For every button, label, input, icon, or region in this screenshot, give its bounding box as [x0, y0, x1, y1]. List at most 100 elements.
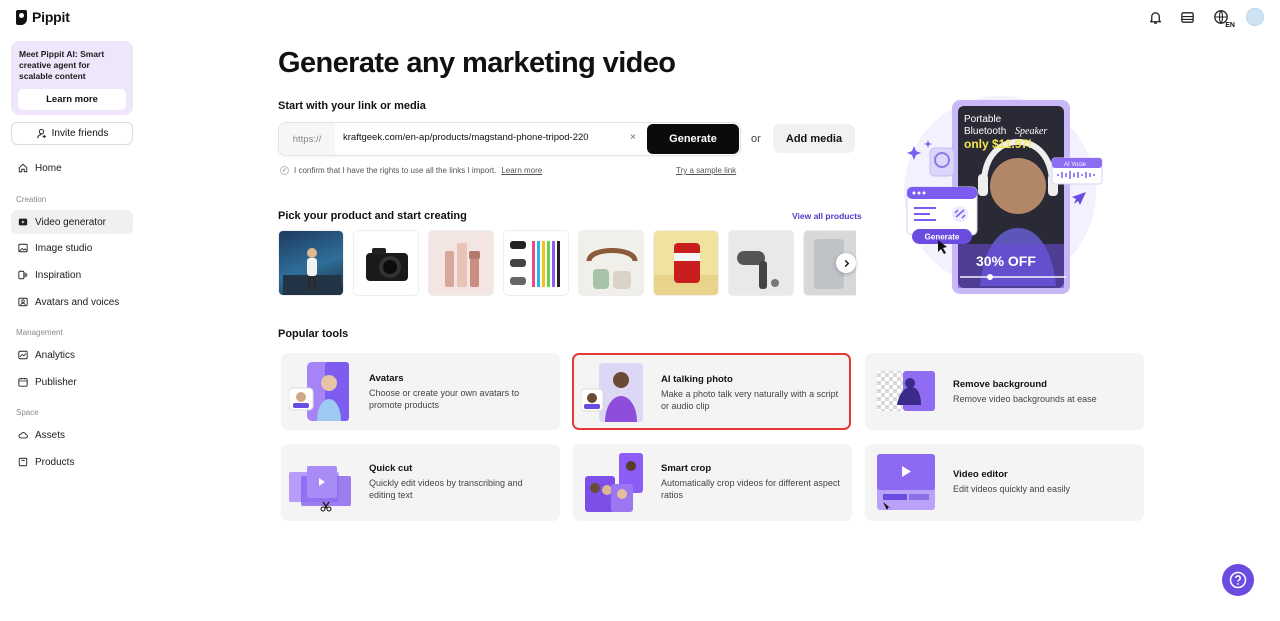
generate-button[interactable]: Generate: [647, 124, 739, 154]
try-sample-link[interactable]: Try a sample link: [676, 166, 736, 175]
hero-ai-voice: AI Vocie: [1064, 162, 1087, 168]
analytics-icon: [18, 350, 28, 360]
sidebar-item-label: Products: [35, 456, 75, 468]
tool-title: Avatars: [369, 373, 404, 384]
promo-text: Meet Pippit AI: Smart creative agent for…: [19, 49, 105, 81]
header-actions: EN: [1146, 8, 1264, 29]
tool-card-remove-background[interactable]: Remove background Remove video backgroun…: [865, 353, 1144, 430]
invite-friends-label: Invite friends: [51, 128, 109, 139]
invite-friends-button[interactable]: Invite friends: [11, 122, 133, 145]
hero-line2b: Speaker: [1015, 126, 1047, 137]
confirm-text: I confirm that I have the rights to use …: [294, 166, 497, 175]
hero-price: only $11.97!: [964, 137, 1032, 151]
or-separator: or: [751, 133, 761, 145]
link-input-bar: https:// kraftgeek.com/en-ap/products/ma…: [278, 122, 741, 156]
link-prefix: https://: [279, 123, 335, 155]
language-code: EN: [1225, 22, 1235, 29]
sidebar-item-avatars-voices[interactable]: Avatars and voices: [11, 290, 133, 314]
sidebar-item-products[interactable]: Products: [11, 450, 133, 474]
billing-card-icon[interactable]: [1178, 8, 1196, 26]
tool-description: Remove video backgrounds at ease: [953, 394, 1097, 404]
tool-card-avatars[interactable]: Avatars Choose or create your own avatar…: [281, 353, 560, 430]
sidebar-item-assets[interactable]: Assets: [11, 423, 133, 447]
product-box-icon: [18, 457, 28, 467]
add-media-button[interactable]: Add media: [773, 124, 855, 153]
tool-description: Edit videos quickly and easily: [953, 484, 1071, 494]
video-generator-icon: [18, 218, 28, 226]
product-thumbnail[interactable]: [353, 230, 419, 296]
confirm-checkbox[interactable]: ✓: [280, 166, 289, 175]
product-carousel: [278, 230, 856, 296]
sidebar-item-analytics[interactable]: Analytics: [11, 343, 133, 367]
rights-confirmation: ✓ I confirm that I have the rights to us…: [280, 166, 542, 175]
tool-card-ai-talking-photo[interactable]: AI talking photo Make a photo talk very …: [572, 353, 851, 430]
tool-title: AI talking photo: [661, 374, 733, 385]
inspiration-icon: [18, 270, 28, 280]
brand-name: Pippit: [32, 9, 70, 25]
link-section-title: Start with your link or media: [278, 100, 426, 112]
tool-description: Choose or create your own avatars to pro…: [369, 388, 520, 410]
tool-card-video-editor[interactable]: Video editor Edit videos quickly and eas…: [865, 444, 1144, 521]
ai-talking-photo-thumbnail: [581, 363, 643, 422]
product-link-input[interactable]: kraftgeek.com/en-ap/products/magstand-ph…: [343, 132, 589, 143]
tool-title: Quick cut: [369, 463, 413, 474]
sidebar: Pippit Meet Pippit AI: Smart creative ag…: [0, 0, 144, 621]
user-plus-icon: [36, 128, 46, 139]
hero-generate: Generate: [925, 233, 960, 242]
image-studio-icon: [18, 243, 28, 253]
product-thumbnail[interactable]: [653, 230, 719, 296]
nav-section-management: Management: [16, 328, 63, 337]
video-editor-thumbnail: [877, 454, 935, 510]
help-button[interactable]: [1222, 564, 1254, 596]
language-globe-icon[interactable]: EN: [1210, 8, 1235, 29]
sidebar-item-label: Publisher: [35, 376, 77, 388]
avatar-icon: [18, 297, 28, 307]
smart-crop-thumbnail: [585, 453, 643, 512]
app-root: Pippit Meet Pippit AI: Smart creative ag…: [0, 0, 1280, 621]
sidebar-item-image-studio[interactable]: Image studio: [11, 236, 133, 260]
product-thumbnail[interactable]: [428, 230, 494, 296]
tool-title: Smart crop: [661, 463, 712, 474]
product-thumbnail[interactable]: [578, 230, 644, 296]
tool-description: Quickly edit videos by transcribing and …: [369, 478, 523, 500]
hero-line1: Portable: [964, 114, 1002, 125]
promo-card: Meet Pippit AI: Smart creative agent for…: [11, 41, 133, 115]
popular-tools-title: Popular tools: [278, 328, 349, 340]
carousel-next-button[interactable]: [836, 253, 856, 273]
nav-section-creation: Creation: [16, 195, 47, 204]
home-icon: [18, 163, 28, 173]
product-thumbnail[interactable]: [728, 230, 794, 296]
sidebar-item-publisher[interactable]: Publisher: [11, 370, 133, 394]
sidebar-item-video-generator[interactable]: Video generator: [11, 210, 133, 234]
pippit-logo-icon: [16, 9, 27, 25]
notification-bell-icon[interactable]: [1146, 8, 1164, 26]
hero-line2: Bluetooth: [964, 126, 1006, 137]
sidebar-item-label: Avatars and voices: [35, 296, 120, 308]
cloud-icon: [18, 432, 28, 439]
hero-illustration: Portable Bluetooth Speaker only $11.97! …: [904, 96, 1103, 294]
sidebar-item-label: Home: [35, 162, 62, 174]
user-avatar[interactable]: [1246, 8, 1264, 26]
learn-more-button[interactable]: Learn more: [18, 89, 126, 110]
remove-background-thumbnail: [877, 371, 935, 411]
tool-title: Video editor: [953, 469, 1008, 480]
calendar-icon: [18, 377, 28, 387]
tool-description: Make a photo talk very naturally with a …: [661, 389, 839, 411]
tool-card-quick-cut[interactable]: Quick cut Quickly edit videos by transcr…: [281, 444, 560, 521]
sidebar-item-inspiration[interactable]: Inspiration: [11, 263, 133, 287]
product-thumbnail[interactable]: [278, 230, 344, 296]
tool-card-smart-crop[interactable]: Smart crop Automatically crop videos for…: [573, 444, 852, 521]
confirm-learn-more-link[interactable]: Learn more: [501, 166, 542, 175]
quick-cut-thumbnail: [289, 466, 351, 512]
sidebar-item-label: Image studio: [35, 242, 93, 254]
page-title: Generate any marketing video: [278, 47, 676, 79]
sidebar-item-home[interactable]: Home: [11, 156, 133, 180]
tool-description: Automatically crop videos for different …: [661, 478, 840, 500]
clear-input-icon[interactable]: ×: [630, 132, 636, 143]
help-question-icon: [1229, 571, 1247, 589]
view-all-products-link[interactable]: View all products: [792, 211, 862, 221]
sidebar-item-label: Inspiration: [35, 269, 82, 281]
product-thumbnail[interactable]: [503, 230, 569, 296]
products-section-title: Pick your product and start creating: [278, 210, 467, 222]
brand-logo[interactable]: Pippit: [16, 9, 70, 25]
